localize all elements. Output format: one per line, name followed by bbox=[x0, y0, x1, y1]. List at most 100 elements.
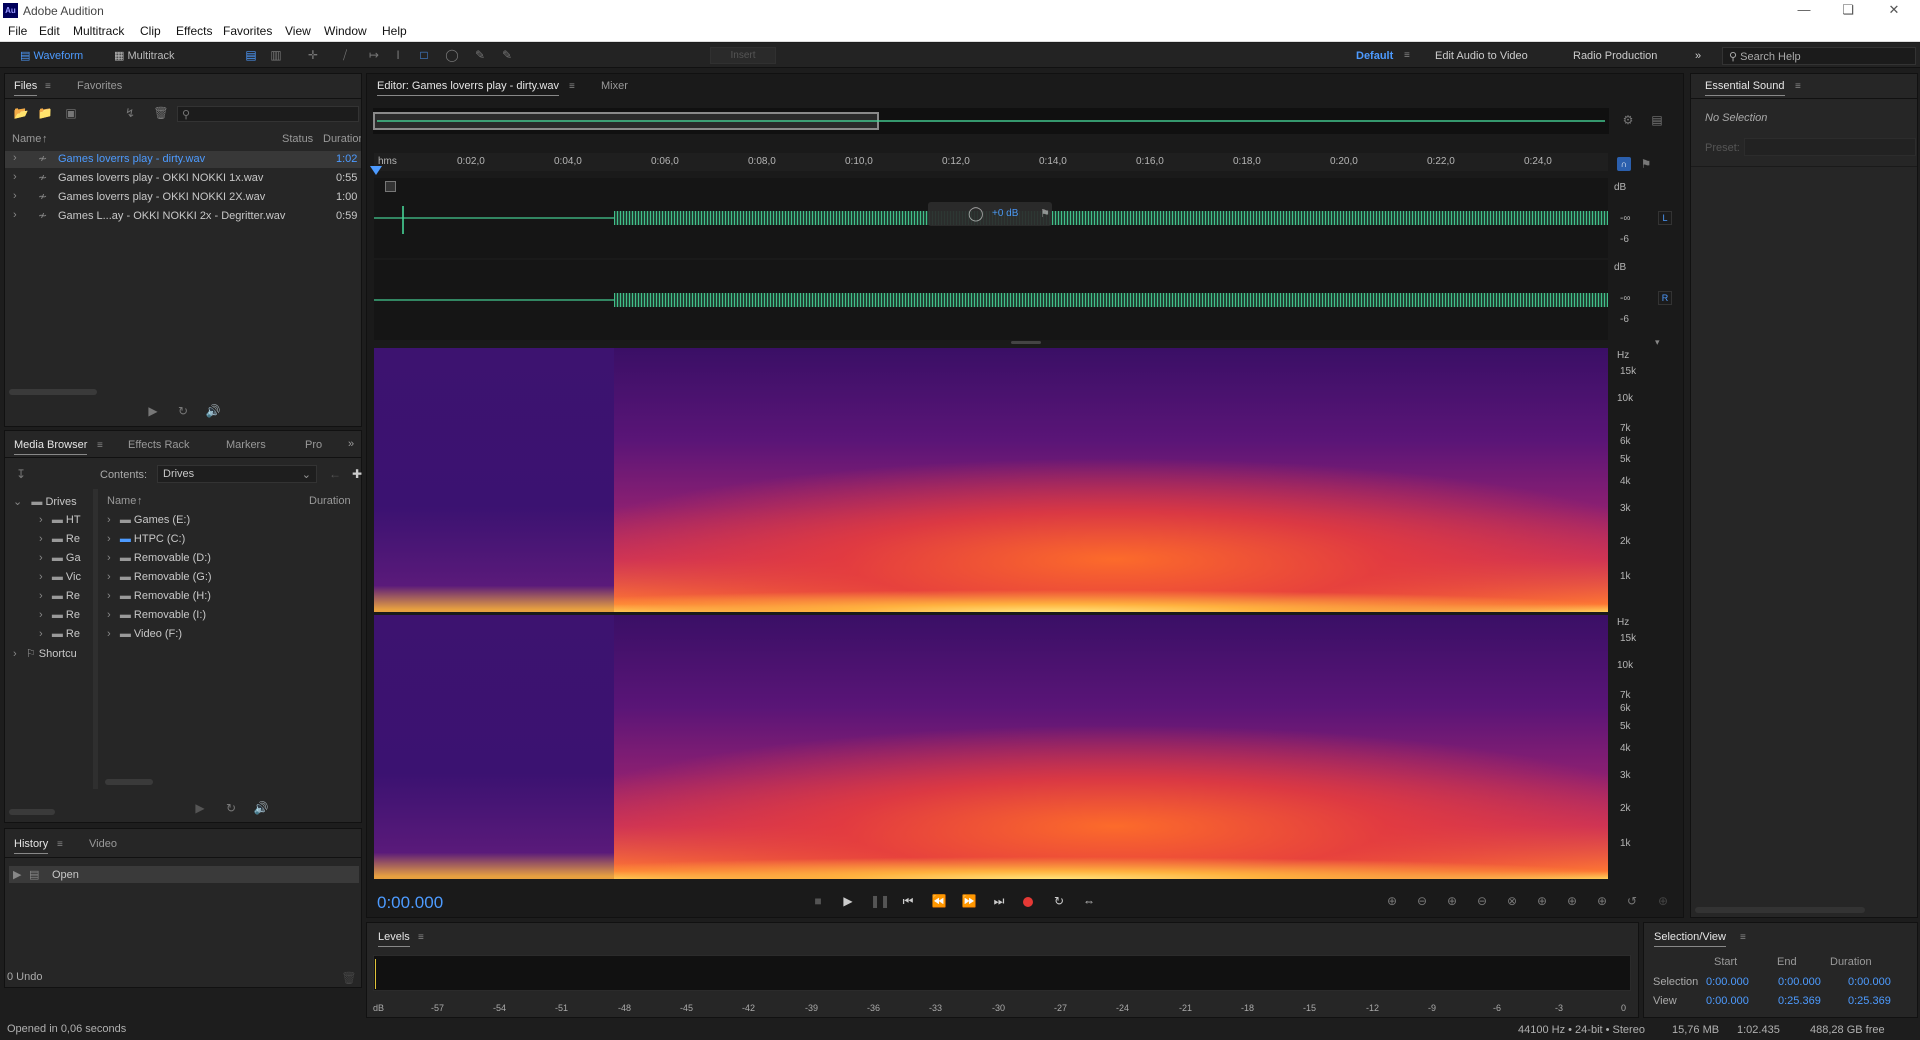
brush-tool-icon[interactable]: ✎ bbox=[472, 48, 488, 62]
waveform-view-button[interactable]: ▤ Waveform bbox=[14, 46, 89, 65]
delete-icon[interactable]: 🗑 bbox=[153, 106, 169, 120]
spectrogram-left[interactable] bbox=[374, 348, 1608, 612]
add-shortcut-icon[interactable]: ✚ bbox=[349, 467, 365, 481]
drive-row[interactable]: › ▬ Removable (G:) bbox=[107, 571, 212, 583]
hud-gain-value[interactable]: +0 dB bbox=[992, 208, 1018, 219]
file-row[interactable]: › ≁ Games loverrs play - dirty.wav 1:02 bbox=[5, 151, 361, 168]
workspace-menu-icon[interactable]: ≡ bbox=[1404, 50, 1410, 61]
zoom-to-selection-icon[interactable]: ⊕ bbox=[1655, 894, 1671, 908]
razor-tool-icon[interactable]: ⧸ bbox=[337, 48, 353, 62]
drive-row[interactable]: › ▬ Removable (H:) bbox=[107, 590, 211, 602]
panel-menu-icon[interactable]: ≡ bbox=[57, 839, 63, 850]
zoom-in-time-icon[interactable]: ⊕ bbox=[1444, 894, 1460, 908]
skip-selection-icon[interactable]: ⇔ bbox=[1081, 894, 1097, 908]
list-scrollbar[interactable] bbox=[105, 779, 153, 785]
tree-item-drives[interactable]: ⌄ ▬ Drives bbox=[13, 495, 77, 508]
tab-favorites[interactable]: Favorites bbox=[77, 80, 122, 92]
panel-menu-icon[interactable]: ≡ bbox=[1795, 81, 1801, 92]
levels-title[interactable]: Levels bbox=[378, 931, 410, 947]
contents-select[interactable]: Drives ⌄ bbox=[157, 465, 317, 483]
pause-icon[interactable]: ❚❚ bbox=[870, 894, 890, 908]
waveform-channel-right[interactable] bbox=[374, 260, 1608, 340]
view-duration[interactable]: 0:25.369 bbox=[1848, 995, 1891, 1007]
channel-right-toggle[interactable]: R bbox=[1658, 291, 1672, 305]
horizontal-scrollbar[interactable] bbox=[1695, 907, 1865, 913]
autoplay-icon[interactable]: 🔊 bbox=[205, 404, 221, 418]
zoom-out-time-icon[interactable]: ⊖ bbox=[1474, 894, 1490, 908]
marquee-tool-icon[interactable]: □ bbox=[416, 48, 432, 62]
current-time-display[interactable]: 0:00.000 bbox=[377, 893, 443, 913]
rewind-icon[interactable]: ⏪ bbox=[931, 894, 947, 908]
resize-handle[interactable] bbox=[1011, 341, 1041, 344]
panel-menu-icon[interactable]: ≡ bbox=[45, 81, 51, 92]
horizontal-scrollbar[interactable] bbox=[9, 389, 97, 395]
pin-icon[interactable]: ⚑ bbox=[1638, 157, 1654, 171]
selection-end[interactable]: 0:00.000 bbox=[1778, 976, 1821, 988]
tree-item[interactable]: › ▬ Re bbox=[39, 533, 80, 545]
open-file-icon[interactable]: 📂 bbox=[13, 106, 29, 120]
selection-view-title[interactable]: Selection/View bbox=[1654, 931, 1726, 947]
tab-mixer[interactable]: Mixer bbox=[601, 80, 628, 92]
tab-properties[interactable]: Pro bbox=[305, 439, 322, 451]
loop-icon[interactable]: ↻ bbox=[175, 404, 191, 418]
tree-scrollbar[interactable] bbox=[9, 809, 55, 815]
minimize-icon[interactable]: — bbox=[1784, 2, 1824, 19]
play-icon[interactable]: ▶ bbox=[192, 801, 208, 815]
hud-volume-control[interactable]: ◯ +0 dB ⚑ bbox=[928, 202, 1052, 226]
stop-icon[interactable]: ■ bbox=[810, 894, 826, 908]
menu-window[interactable]: Window bbox=[324, 24, 367, 38]
drive-row[interactable]: › ▬ HTPC (C:) bbox=[107, 533, 185, 545]
channel-left-toggle[interactable]: L bbox=[1658, 211, 1672, 225]
play-icon[interactable]: ▶ bbox=[840, 894, 856, 908]
history-item[interactable]: ▶ ▤ Open bbox=[9, 866, 359, 883]
move-tool-icon[interactable]: ✛ bbox=[305, 48, 321, 62]
pin-hud-icon[interactable]: ⚑ bbox=[1040, 207, 1050, 220]
menu-favorites[interactable]: Favorites bbox=[223, 24, 272, 38]
tree-item[interactable]: › ▬ Vic bbox=[39, 571, 81, 583]
tab-history[interactable]: History bbox=[14, 838, 49, 854]
panel-menu-icon[interactable]: ≡ bbox=[1740, 932, 1746, 943]
zoom-in-amplitude-icon[interactable]: ⊕ bbox=[1384, 894, 1400, 908]
loop-icon[interactable]: ↻ bbox=[223, 801, 239, 815]
files-search-input[interactable]: ⚲ bbox=[177, 106, 359, 122]
zoom-reset-icon[interactable]: ↺ bbox=[1624, 894, 1640, 908]
tab-video[interactable]: Video bbox=[89, 838, 117, 850]
menu-edit[interactable]: Edit bbox=[39, 24, 60, 38]
import-file-icon[interactable]: 📁 bbox=[37, 106, 53, 120]
drive-row[interactable]: › ▬ Games (E:) bbox=[107, 514, 190, 526]
tab-markers[interactable]: Markers bbox=[226, 439, 266, 451]
drive-row[interactable]: › ▬ Removable (D:) bbox=[107, 552, 211, 564]
menu-clip[interactable]: Clip bbox=[140, 24, 161, 38]
tab-files[interactable]: Files bbox=[14, 80, 38, 96]
tab-editor[interactable]: Editor: Games loverrs play - dirty.wav bbox=[377, 80, 559, 96]
delete-icon[interactable]: 🗑 bbox=[341, 971, 357, 985]
new-file-icon[interactable]: ▣ bbox=[63, 106, 79, 120]
insert-into-multitrack-icon[interactable]: ↯ bbox=[122, 106, 138, 120]
spot-healing-icon[interactable]: ✎ bbox=[499, 48, 515, 62]
panel-menu-icon[interactable]: ≡ bbox=[97, 440, 103, 451]
menu-file[interactable]: File bbox=[8, 24, 27, 38]
autoplay-icon[interactable]: 🔊 bbox=[253, 801, 269, 815]
menu-effects[interactable]: Effects bbox=[176, 24, 212, 38]
tree-item[interactable]: › ▬ Re bbox=[39, 590, 80, 602]
play-icon[interactable]: ▶ bbox=[145, 404, 161, 418]
zoom-in-point-in-icon[interactable]: ⊕ bbox=[1534, 894, 1550, 908]
zoom-selection-icon[interactable]: ⊕ bbox=[1594, 894, 1610, 908]
file-row[interactable]: › ≁ Games loverrs play - OKKI NOKKI 1x.w… bbox=[5, 170, 361, 187]
expand-icon[interactable]: › bbox=[13, 209, 17, 221]
channel-checkbox[interactable] bbox=[385, 181, 396, 192]
back-icon[interactable]: ← bbox=[327, 467, 343, 481]
workspace-edit-audio-video[interactable]: Edit Audio to Video bbox=[1435, 50, 1528, 62]
drive-row[interactable]: › ▬ Removable (I:) bbox=[107, 609, 206, 621]
column-status[interactable]: Status bbox=[282, 133, 313, 145]
column-duration[interactable]: Duration bbox=[323, 133, 361, 145]
zoom-out-full-icon[interactable]: ⊗ bbox=[1504, 894, 1520, 908]
panel-overflow-icon[interactable]: » bbox=[348, 438, 354, 450]
tab-media-browser[interactable]: Media Browser bbox=[14, 439, 88, 455]
tree-item[interactable]: › ▬ HT bbox=[39, 514, 81, 526]
slip-tool-icon[interactable]: ↦ bbox=[366, 48, 382, 62]
fast-forward-icon[interactable]: ⏩ bbox=[961, 894, 977, 908]
panel-menu-icon[interactable]: ≡ bbox=[418, 932, 424, 943]
splitter[interactable] bbox=[93, 489, 98, 789]
import-icon[interactable]: ↧ bbox=[13, 467, 29, 481]
